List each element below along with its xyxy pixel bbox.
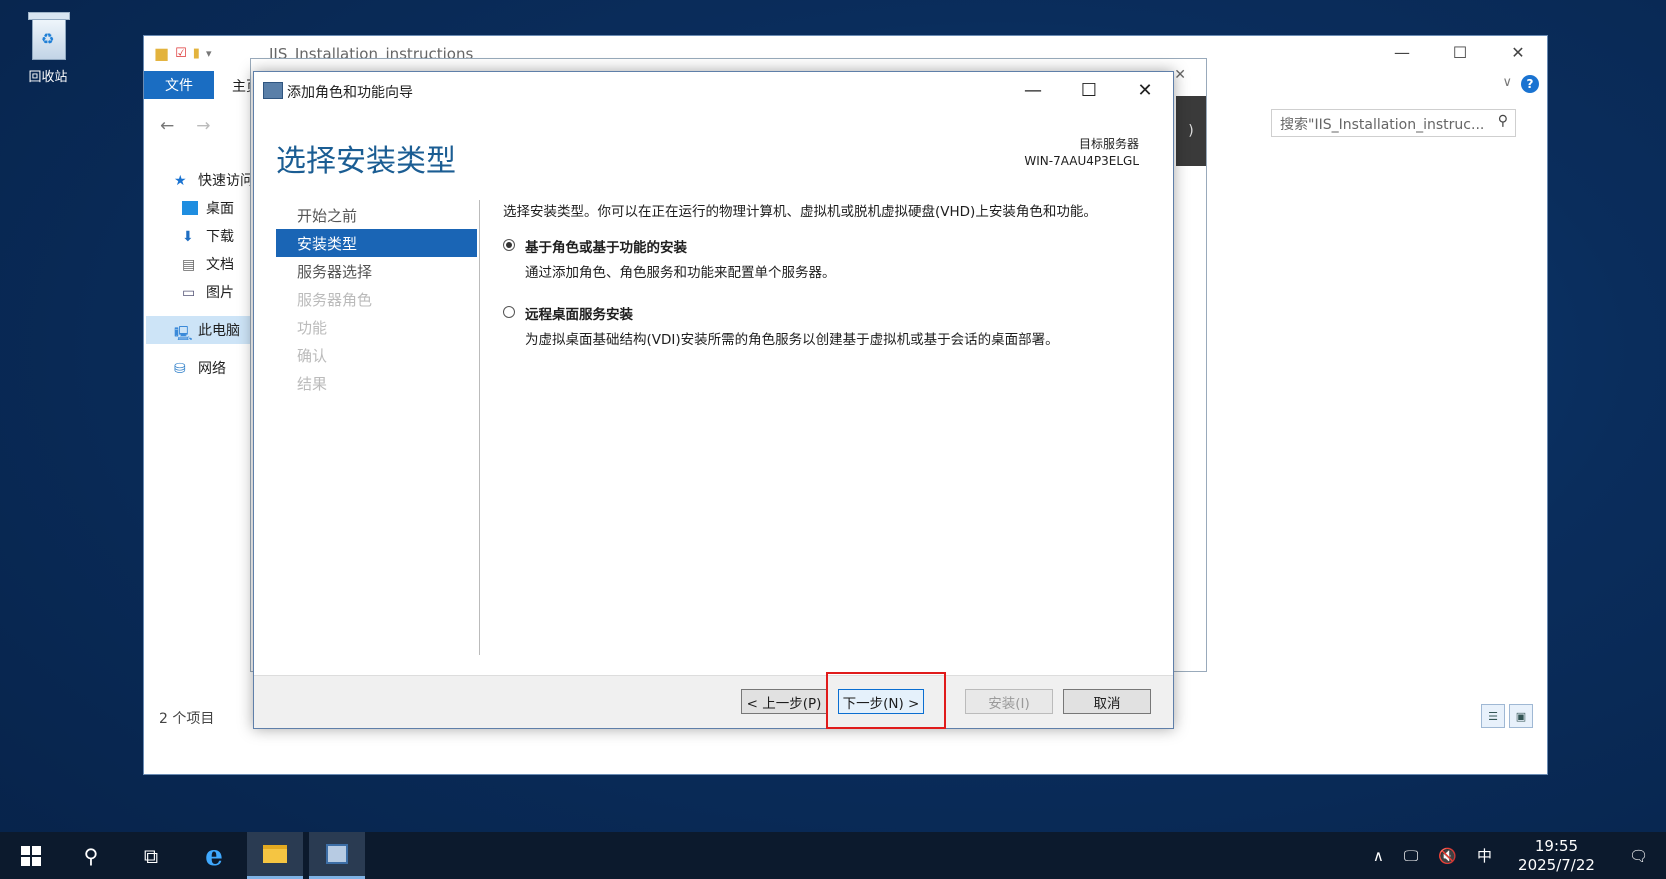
taskbar: ⚲ ⧉ e ∧ 🖵 🔇 中 19:55 2025/7/22 🗨	[0, 832, 1666, 879]
document-icon: ▤	[182, 257, 196, 273]
large-icons-view-icon[interactable]: ▣	[1509, 704, 1533, 728]
volume-muted-icon[interactable]: 🔇	[1428, 847, 1467, 865]
wizard-window-controls: — ☐ ✕	[1005, 72, 1173, 108]
wizard-footer: < 上一步(P) 下一步(N) > 安装(I) 取消	[254, 675, 1173, 728]
option-remote-desktop[interactable]: 远程桌面服务安装 为虚拟桌面基础结构(VDI)安装所需的角色服务以创建基于虚拟机…	[503, 303, 1143, 348]
ribbon-expand-icon[interactable]: ∨	[1502, 75, 1512, 90]
search-icon[interactable]: ⚲	[1498, 113, 1508, 129]
folder-icon	[263, 845, 287, 863]
internet-explorer-icon: e	[205, 839, 223, 872]
recycle-bin[interactable]: ♻ 回收站	[18, 10, 78, 85]
install-button: 安装(I)	[965, 689, 1053, 714]
radio-remote-desktop[interactable]	[503, 306, 515, 318]
start-button[interactable]	[3, 832, 59, 879]
system-tray: ∧ 🖵 🔇 中 19:55 2025/7/22 🗨	[1363, 832, 1666, 879]
properties-icon[interactable]: ☑	[175, 46, 187, 61]
quick-access-toolbar: ■ ☑ ▮ ▾	[154, 44, 211, 63]
option-remote-desktop-description: 为虚拟桌面基础结构(VDI)安装所需的角色服务以创建基于虚拟机或基于会话的桌面部…	[525, 332, 1059, 348]
network-icon[interactable]: 🖵	[1394, 847, 1428, 865]
computer-icon: 🖳	[174, 326, 193, 342]
target-server: 目标服务器 WIN-7AAU4P3ELGL	[1024, 136, 1139, 170]
view-buttons: ☰ ▣	[1481, 704, 1533, 728]
option-role-based-label[interactable]: 基于角色或基于功能的安装	[525, 236, 1143, 256]
server-manager-icon	[263, 82, 283, 99]
search-icon: ⚲	[83, 843, 99, 868]
help-icon[interactable]: ?	[1521, 75, 1539, 93]
close-icon[interactable]: ✕	[1117, 72, 1173, 108]
minimize-icon[interactable]: —	[1373, 36, 1431, 68]
search-placeholder: 搜索"IIS_Installation_instruc...	[1280, 117, 1485, 133]
step-before-you-begin[interactable]: 开始之前	[276, 201, 477, 229]
recycle-bin-icon: ♻	[26, 10, 70, 60]
background-dark-panel: )	[1176, 96, 1206, 166]
explorer-window-controls: — ☐ ✕	[1373, 36, 1547, 68]
recycle-bin-label: 回收站	[28, 70, 68, 85]
file-explorer-button[interactable]	[247, 832, 303, 879]
wizard-content: 选择安装类型。你可以在正在运行的物理计算机、虚拟机或脱机虚拟硬盘(VHD)上安装…	[503, 200, 1143, 348]
minimize-icon[interactable]: —	[1005, 72, 1061, 108]
customize-qat-icon[interactable]: ▾	[206, 47, 212, 60]
option-role-based[interactable]: 基于角色或基于功能的安装 通过添加角色、角色服务和功能来配置单个服务器。	[503, 236, 1143, 281]
server-manager-button[interactable]	[309, 832, 365, 879]
wizard-title: 添加角色和功能向导	[287, 85, 413, 101]
show-hidden-icons-icon[interactable]: ∧	[1363, 847, 1394, 865]
next-button-highlight	[826, 672, 946, 729]
cancel-button[interactable]: 取消	[1063, 689, 1151, 714]
search-button[interactable]: ⚲	[63, 832, 119, 879]
wizard-steps: 开始之前 安装类型 服务器选择 服务器角色 功能 确认 结果	[276, 201, 477, 397]
clock-date: 2025/7/22	[1518, 855, 1595, 874]
star-icon: ★	[174, 173, 187, 189]
back-icon[interactable]: ←	[160, 116, 174, 136]
background-close-icon[interactable]: ✕	[1174, 67, 1186, 83]
installation-type-description: 选择安装类型。你可以在正在运行的物理计算机、虚拟机或脱机虚拟硬盘(VHD)上安装…	[503, 204, 1097, 220]
previous-button[interactable]: < 上一步(P)	[741, 689, 827, 714]
item-count-status: 2 个项目	[159, 711, 215, 727]
ime-indicator[interactable]: 中	[1467, 845, 1502, 866]
explorer-nav-buttons: ← →	[160, 116, 211, 136]
search-input[interactable]: 搜索"IIS_Installation_instruc... ⚲	[1271, 109, 1516, 137]
folder-icon[interactable]: ■	[154, 44, 169, 63]
download-icon: ⬇	[182, 229, 194, 245]
forward-icon[interactable]: →	[196, 116, 210, 136]
clock-time: 19:55	[1534, 836, 1579, 855]
step-installation-type[interactable]: 安装类型	[276, 229, 477, 257]
target-server-label: 目标服务器	[1078, 137, 1139, 151]
details-view-icon[interactable]: ☰	[1481, 704, 1505, 728]
close-icon[interactable]: ✕	[1489, 36, 1547, 68]
add-roles-wizard: 添加角色和功能向导 — ☐ ✕ 选择安装类型 目标服务器 WIN-7AAU4P3…	[253, 71, 1174, 729]
clock[interactable]: 19:55 2025/7/22	[1502, 837, 1611, 875]
radio-role-based[interactable]	[503, 239, 515, 251]
divider	[479, 200, 480, 655]
step-server-roles: 服务器角色	[297, 290, 373, 309]
maximize-icon[interactable]: ☐	[1061, 72, 1117, 108]
step-features: 功能	[297, 318, 328, 337]
internet-explorer-button[interactable]: e	[186, 832, 242, 879]
maximize-icon[interactable]: ☐	[1431, 36, 1489, 68]
step-server-selection[interactable]: 服务器选择	[276, 257, 477, 285]
network-icon: ⛁	[174, 361, 186, 377]
notification-icon[interactable]: 🗨	[1611, 847, 1666, 865]
option-role-based-description: 通过添加角色、角色服务和功能来配置单个服务器。	[525, 265, 836, 281]
server-manager-icon	[326, 844, 348, 864]
windows-logo-icon	[21, 845, 41, 866]
tab-file[interactable]: 文件	[144, 71, 214, 99]
task-view-button[interactable]: ⧉	[123, 832, 179, 879]
task-view-icon: ⧉	[143, 843, 159, 868]
page-title: 选择安装类型	[276, 144, 456, 179]
new-folder-icon[interactable]: ▮	[193, 46, 200, 61]
step-results: 结果	[297, 374, 328, 393]
target-server-name: WIN-7AAU4P3ELGL	[1024, 154, 1139, 168]
desktop-icon	[182, 201, 198, 215]
picture-icon: ▭	[182, 285, 196, 301]
wizard-titlebar: 添加角色和功能向导 — ☐ ✕	[254, 72, 1173, 108]
step-confirmation: 确认	[297, 346, 328, 365]
option-remote-desktop-label[interactable]: 远程桌面服务安装	[525, 303, 1143, 323]
